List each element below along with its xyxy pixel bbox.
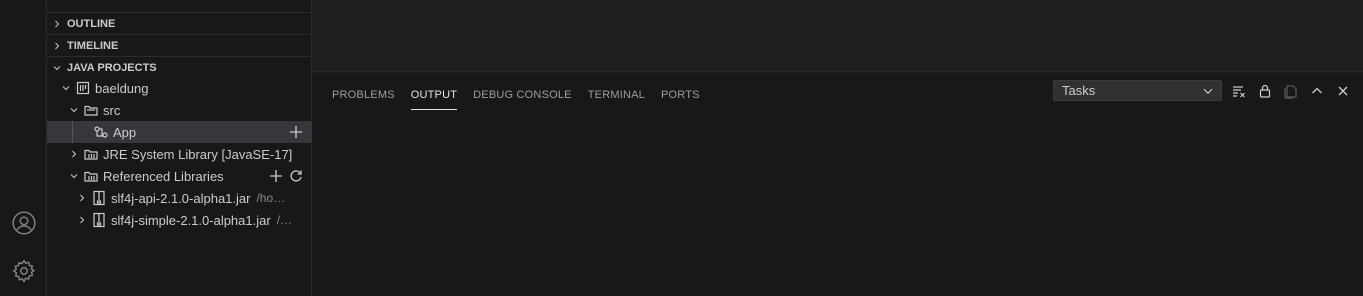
timeline-section-header[interactable]: TIMELINE — [47, 34, 312, 56]
outline-section-title: OUTLINE — [67, 17, 116, 30]
chevron-down-icon — [1203, 88, 1213, 94]
indent-guide — [72, 121, 73, 143]
jar-name: slf4j-api-2.1.0-alpha1.jar — [111, 190, 251, 206]
editor-area[interactable] — [312, 0, 1363, 72]
project-label: baeldung — [95, 80, 149, 96]
jar-icon — [89, 187, 109, 209]
project-icon — [73, 77, 93, 99]
chevron-down-icon — [59, 77, 73, 99]
src-label: src — [103, 102, 121, 118]
jar-path: /ho… — [256, 191, 286, 205]
library-icon — [81, 143, 101, 165]
package-folder-icon — [81, 99, 101, 121]
panel-tab-bar: PROBLEMS OUTPUT DEBUG CONSOLE TERMINAL P… — [324, 79, 708, 111]
chevron-right-icon — [67, 143, 81, 165]
chevron-down-icon — [47, 62, 67, 74]
open-in-editor-icon[interactable] — [1278, 80, 1304, 102]
close-panel-icon[interactable] — [1330, 80, 1356, 102]
jar-path: /… — [276, 213, 293, 227]
panel-actions — [1226, 80, 1356, 102]
chevron-down-icon — [67, 165, 81, 187]
jre-label: JRE System Library [JavaSE-17] — [103, 146, 293, 162]
tab-output[interactable]: OUTPUT — [410, 79, 458, 111]
java-projects-section-header[interactable]: JAVA PROJECTS — [47, 56, 312, 78]
chevron-down-icon — [67, 99, 81, 121]
chevron-right-icon — [47, 18, 67, 30]
library-icon — [81, 165, 101, 187]
explorer-sidebar: OUTLINE TIMELINE JAVA PROJECTS baeldung … — [47, 0, 312, 296]
manage-gear-icon[interactable] — [0, 253, 47, 289]
account-icon[interactable] — [0, 205, 47, 241]
referenced-libraries-actions — [268, 165, 304, 187]
app-label: App — [113, 124, 137, 140]
outline-section-header[interactable]: OUTLINE — [47, 12, 312, 34]
chevron-right-icon — [47, 40, 67, 52]
tab-problems[interactable]: PROBLEMS — [332, 79, 395, 111]
activity-bar — [0, 0, 47, 296]
timeline-section-title: TIMELINE — [67, 39, 119, 52]
chevron-right-icon — [75, 209, 89, 231]
jar-name: slf4j-simple-2.1.0-alpha1.jar — [111, 212, 271, 228]
tree-item-referenced-libraries[interactable]: Referenced Libraries — [47, 165, 312, 187]
chevron-right-icon — [75, 187, 89, 209]
output-channel-value: Tasks — [1062, 83, 1096, 98]
lock-scroll-icon[interactable] — [1252, 80, 1278, 102]
tab-debug-console[interactable]: DEBUG CONSOLE — [473, 79, 572, 111]
referenced-libraries-label: Referenced Libraries — [103, 168, 224, 184]
jar-icon — [89, 209, 109, 231]
tree-item-jar[interactable]: slf4j-simple-2.1.0-alpha1.jar /… — [47, 209, 312, 231]
tab-ports[interactable]: PORTS — [661, 79, 700, 111]
clear-output-icon[interactable] — [1226, 80, 1252, 102]
maximize-panel-icon[interactable] — [1304, 80, 1330, 102]
tab-terminal[interactable]: TERMINAL — [588, 79, 645, 111]
add-icon[interactable] — [288, 124, 304, 140]
tree-item-jar[interactable]: slf4j-api-2.1.0-alpha1.jar /ho… — [47, 187, 312, 209]
tree-item-project[interactable]: baeldung — [47, 77, 312, 99]
output-channel-select[interactable]: Tasks — [1053, 80, 1222, 101]
refresh-icon[interactable] — [288, 168, 304, 184]
class-icon — [91, 121, 111, 143]
bottom-panel: PROBLEMS OUTPUT DEBUG CONSOLE TERMINAL P… — [312, 73, 1363, 296]
java-projects-section-title: JAVA PROJECTS — [67, 61, 157, 74]
app-row-actions — [288, 121, 304, 143]
tree-item-app[interactable]: App — [47, 121, 312, 143]
tree-item-jre[interactable]: JRE System Library [JavaSE-17] — [47, 143, 312, 165]
add-icon[interactable] — [268, 168, 284, 184]
tree-item-src[interactable]: src — [47, 99, 312, 121]
